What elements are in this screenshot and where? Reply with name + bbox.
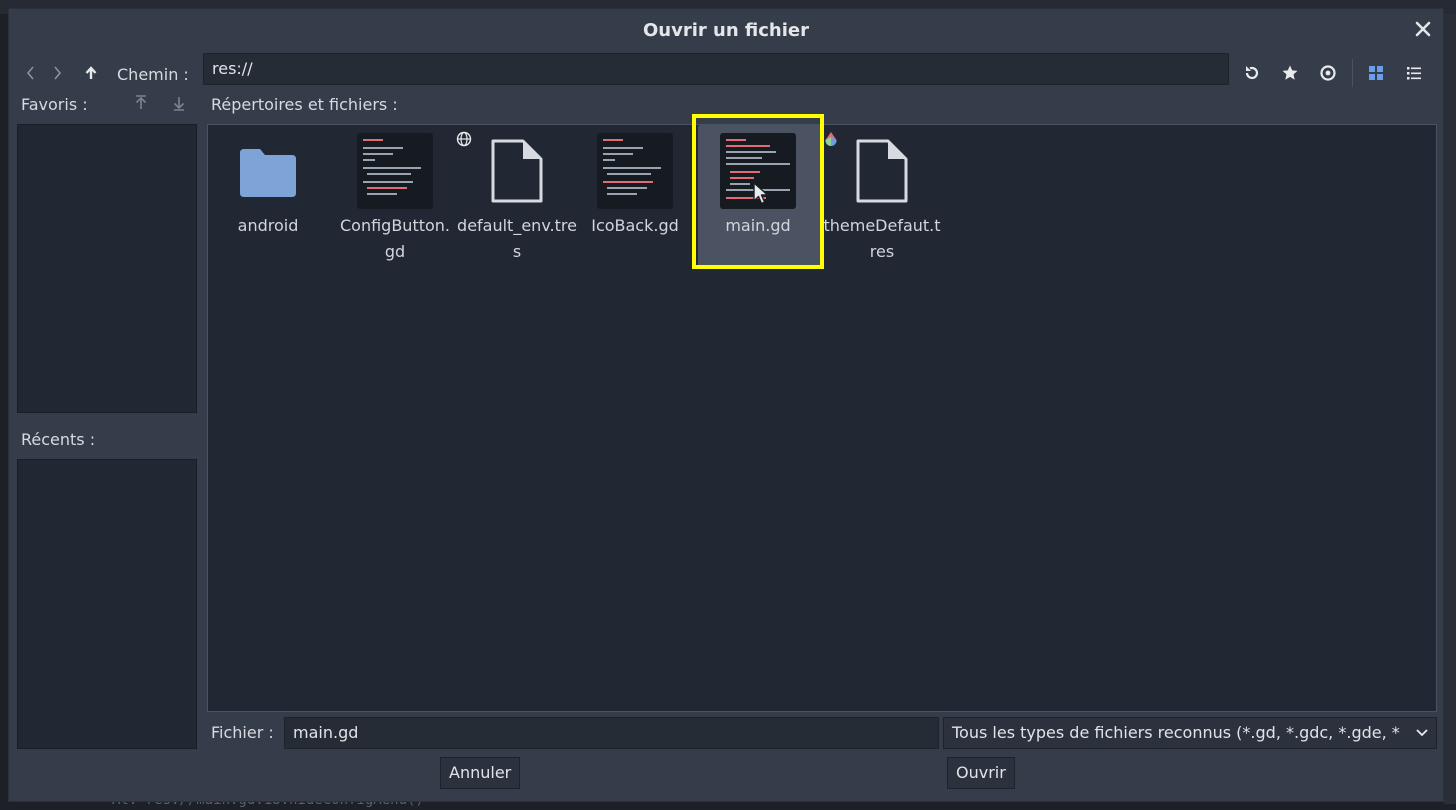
arrow-up-icon bbox=[135, 95, 147, 109]
chevron-left-icon bbox=[26, 66, 34, 80]
star-icon bbox=[1282, 65, 1298, 80]
theme-icon bbox=[825, 132, 837, 147]
file-type-filter[interactable]: Tous les types de fichiers reconnus (*.g… bbox=[943, 717, 1437, 749]
add-favorite-button[interactable] bbox=[1276, 59, 1304, 87]
file-name: IcoBack.gd bbox=[591, 216, 679, 235]
dialog-title: Ouvrir un fichier bbox=[642, 19, 810, 41]
resource-file-icon bbox=[491, 139, 543, 203]
forward-button[interactable] bbox=[43, 59, 71, 87]
files-label: Répertoires et fichiers : bbox=[211, 95, 398, 114]
parent-folder-button[interactable] bbox=[77, 59, 105, 87]
arrow-down-icon bbox=[173, 97, 185, 111]
favorites-list[interactable] bbox=[17, 124, 197, 413]
resource-file-icon bbox=[856, 139, 908, 203]
file-item-default-env[interactable]: default_env.tres bbox=[456, 129, 577, 279]
back-button[interactable] bbox=[17, 59, 45, 87]
list-view-icon bbox=[1407, 67, 1421, 80]
refresh-button[interactable] bbox=[1238, 59, 1266, 87]
file-item-configbutton[interactable]: ConfigButton.gd bbox=[335, 129, 455, 279]
editor-side-strip bbox=[1444, 14, 1456, 804]
annotation-highlight-box bbox=[692, 114, 824, 269]
file-name-input[interactable]: main.gd bbox=[284, 717, 939, 749]
file-name: default_env.tres bbox=[457, 216, 577, 261]
arrow-up-icon bbox=[85, 66, 97, 79]
file-name: android bbox=[237, 216, 299, 235]
recents-label: Récents : bbox=[21, 430, 96, 449]
thumbnail bbox=[230, 133, 306, 209]
close-button[interactable] bbox=[1411, 17, 1435, 41]
file-item-android[interactable]: android bbox=[208, 129, 328, 279]
path-toolbar: Chemin : res:// bbox=[9, 53, 1443, 93]
eye-icon bbox=[1320, 65, 1336, 81]
move-favorite-up-button[interactable] bbox=[127, 89, 155, 117]
toolbar-separator bbox=[1352, 59, 1353, 87]
refresh-icon bbox=[1245, 66, 1259, 80]
script-thumbnail bbox=[357, 133, 433, 209]
file-name: themeDefaut.tres bbox=[823, 216, 941, 261]
favorites-label: Favoris : bbox=[21, 95, 88, 114]
globe-icon bbox=[456, 131, 472, 147]
open-file-dialog: Ouvrir un fichier Chemin : res:// Favori… bbox=[8, 8, 1444, 802]
thumbnail bbox=[844, 133, 920, 209]
file-name: ConfigButton.gd bbox=[339, 216, 450, 261]
thumbnail bbox=[479, 133, 555, 209]
chevron-right-icon bbox=[54, 66, 62, 80]
folder-icon bbox=[240, 149, 296, 197]
script-thumbnail bbox=[597, 133, 673, 209]
list-view-button[interactable] bbox=[1400, 59, 1428, 87]
toggle-hidden-button[interactable] bbox=[1314, 59, 1342, 87]
dialog-titlebar: Ouvrir un fichier bbox=[9, 9, 1443, 51]
thumbnail bbox=[357, 133, 433, 209]
move-favorite-down-button[interactable] bbox=[165, 89, 193, 117]
thumbnail bbox=[597, 133, 673, 209]
recents-list[interactable] bbox=[17, 459, 197, 749]
file-item-themedefaut[interactable]: themeDefaut.tres bbox=[822, 129, 942, 279]
close-icon bbox=[1415, 21, 1431, 37]
cancel-button[interactable]: Annuler bbox=[440, 757, 521, 789]
path-label: Chemin : bbox=[117, 65, 189, 84]
grid-view-button[interactable] bbox=[1362, 59, 1390, 87]
file-item-icoback[interactable]: IcoBack.gd bbox=[575, 129, 695, 279]
path-input[interactable]: res:// bbox=[203, 53, 1229, 85]
open-button[interactable]: Ouvrir bbox=[947, 757, 1015, 789]
grid-view-icon bbox=[1369, 66, 1383, 80]
file-label: Fichier : bbox=[211, 723, 274, 742]
file-type-filter-value: Tous les types de fichiers reconnus (*.g… bbox=[952, 723, 1400, 742]
chevron-down-icon bbox=[1416, 718, 1428, 748]
